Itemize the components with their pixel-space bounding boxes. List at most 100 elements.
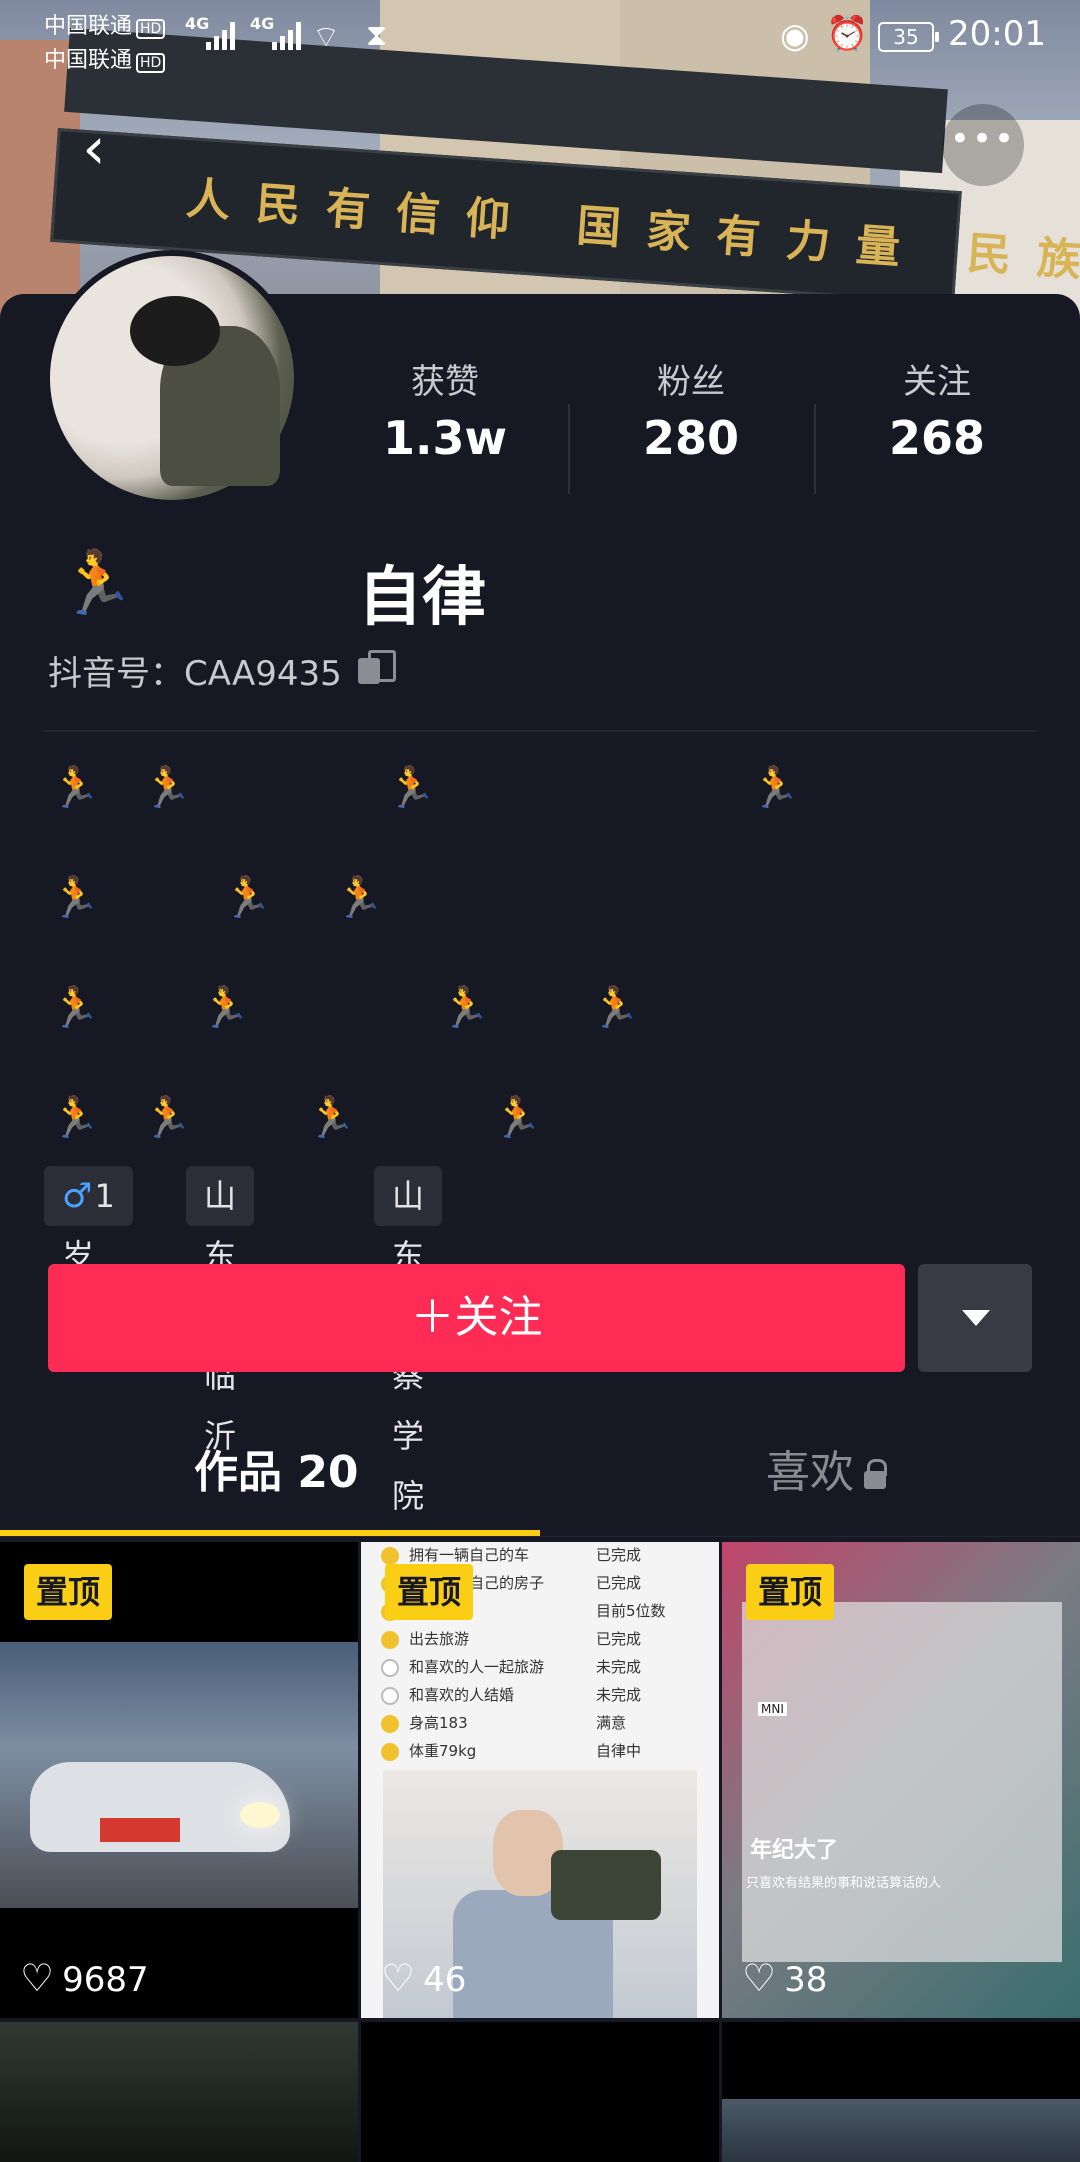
stat-followers[interactable]: 粉丝 280 <box>568 354 814 465</box>
video-thumbnail[interactable] <box>722 2022 1080 2162</box>
stat-value: 268 <box>888 411 986 465</box>
pinned-badge: 置顶 <box>24 1564 113 1620</box>
carrier-label: 中国联通 HD <box>44 42 166 74</box>
unchecked-icon <box>381 1686 399 1705</box>
runner-emoji: 🏃 <box>50 985 100 1031</box>
stat-likes[interactable]: 获赞 1.3w <box>322 354 568 465</box>
checklist-item: 体重79kg 自律中 <box>381 1740 701 1761</box>
heart-icon: ♡ <box>20 1956 55 2000</box>
checklist-text: 和喜欢的人一起旅游 <box>409 1658 545 1676</box>
signal-icon <box>206 20 240 50</box>
eye-comfort-icon: ◉ <box>780 16 810 56</box>
runner-emoji: 🏃 <box>50 875 100 921</box>
status-bar: 中国联通 HD 中国联通 HD 4G 4G ⌔ ⧗ ◉ ⏰ 35 20:01 <box>0 0 1080 73</box>
hourglass-icon: ⧗ <box>366 18 388 53</box>
stat-label: 获赞 <box>411 362 479 402</box>
tab-likes[interactable]: 喜欢 <box>766 1436 887 1500</box>
video-thumbnail[interactable] <box>361 2022 719 2162</box>
status-time: 20:01 <box>948 14 1046 54</box>
stat-label: 关注 <box>903 362 971 402</box>
signal-icon <box>272 20 306 50</box>
check-icon <box>381 1630 399 1649</box>
runner-emoji: 🏃 <box>334 875 384 921</box>
profile-stats: 获赞 1.3w 粉丝 280 关注 268 <box>322 354 1062 494</box>
more-options-button[interactable]: ••• <box>942 104 1024 186</box>
checklist-status: 已完成 <box>596 1546 642 1564</box>
car-headlight <box>240 1802 280 1828</box>
likes-count-value: 38 <box>784 1960 828 2000</box>
runner-emoji: 🏃 <box>142 1095 192 1141</box>
chevron-left-icon: ‹ <box>82 114 106 182</box>
carrier-name: 中国联通 <box>44 48 133 73</box>
runner-emoji: 🏃 <box>590 985 640 1031</box>
tag-location: 山东·临沂 <box>186 1166 255 1455</box>
checklist-text: 身高183 <box>409 1714 468 1732</box>
divider <box>0 1536 1080 1537</box>
fist-mural <box>742 1602 1062 1962</box>
checklist-item: 身高183 满意 <box>381 1712 701 1733</box>
video-thumbnail[interactable]: 拥有一辆自己的车已完成 拥有一套自己的房子已完成 存款目前5位数 出去旅游已完成… <box>361 1542 719 2018</box>
recommend-dropdown-button[interactable] <box>918 1264 1032 1372</box>
avatar[interactable] <box>44 250 300 506</box>
checklist-status: 目前5位数 <box>596 1602 666 1620</box>
hd-badge: HD <box>136 19 166 39</box>
runner-emoji: 🏃 <box>440 985 490 1031</box>
checklist-status: 未完成 <box>596 1658 642 1676</box>
alarm-icon: ⏰ <box>826 14 869 54</box>
male-icon: ♂ <box>62 1176 93 1216</box>
checklist-item: 和喜欢的人一起旅游 未完成 <box>381 1656 701 1677</box>
stat-following[interactable]: 关注 268 <box>814 354 1060 465</box>
video-caption: 年纪大了 <box>750 1838 839 1863</box>
copy-icon[interactable] <box>356 650 396 686</box>
network-type: 4G <box>250 14 275 33</box>
avatar-figure <box>130 296 220 366</box>
wifi-icon: ⌔ <box>312 20 341 55</box>
checklist-item: 拥有一辆自己的车 已完成 <box>381 1544 701 1565</box>
tab-works[interactable]: 作品 20 <box>194 1436 359 1500</box>
mni-badge: MNI <box>758 1702 787 1716</box>
runner-emoji: 🏃 <box>142 765 192 811</box>
checklist-item: 和喜欢的人结婚 未完成 <box>381 1684 701 1705</box>
tag-school[interactable]: 山东警察学院 <box>374 1166 443 1515</box>
runner-emoji: 🏃 <box>386 765 436 811</box>
checklist-status: 已完成 <box>596 1574 642 1592</box>
video-thumbnail[interactable]: 置顶 ♡ 9687 <box>0 1542 358 2018</box>
video-thumbnail[interactable] <box>0 2022 358 2162</box>
checklist-status: 未完成 <box>596 1686 642 1704</box>
thumbnail-image <box>0 1642 358 1908</box>
profile-name: 自律 <box>358 561 486 635</box>
check-icon <box>381 1742 399 1761</box>
checklist-status: 满意 <box>596 1714 627 1732</box>
runner-emoji: 🏃 <box>50 765 100 811</box>
battery-icon: 35 <box>878 22 939 52</box>
video-thumbnail[interactable]: MNI 年纪大了 只喜欢有结果的事和说话算话的人 置顶 ♡ 38 <box>722 1542 1080 2018</box>
runner-emoji: 🏃 <box>58 546 136 619</box>
runner-emoji: 🏃 <box>306 1095 356 1141</box>
video-likes: ♡ 46 <box>381 1956 466 2000</box>
hd-badge: HD <box>136 53 166 73</box>
checklist-text: 拥有一辆自己的车 <box>409 1546 530 1564</box>
carrier-label: 中国联通 HD <box>44 8 166 40</box>
video-grid: 置顶 ♡9687 拥有一辆自己的车已完成 拥有一套自己的房子已完成 存款目前5位… <box>0 1542 1080 2162</box>
checklist-text: 出去旅游 <box>409 1630 470 1648</box>
lock-icon <box>864 1459 887 1489</box>
stat-value: 280 <box>642 411 740 465</box>
likes-count-value: 9687 <box>62 1960 149 2000</box>
pinned-badge: 置顶 <box>746 1564 835 1620</box>
check-icon <box>381 1714 399 1733</box>
video-subcaption: 只喜欢有结果的事和说话算话的人 <box>746 1876 942 1891</box>
stat-label: 粉丝 <box>657 362 725 402</box>
tab-label: 喜欢 <box>766 1447 854 1498</box>
pinned-badge: 置顶 <box>385 1564 474 1620</box>
video-likes: ♡ 38 <box>742 1956 827 2000</box>
runner-emoji: 🏃 <box>750 765 800 811</box>
tag-gender-age: ♂1岁 <box>44 1166 133 1275</box>
car-plate <box>100 1818 180 1842</box>
phone-shape <box>551 1850 661 1920</box>
follow-button[interactable]: ＋关注 <box>48 1264 905 1372</box>
carrier-name: 中国联通 <box>44 14 133 39</box>
likes-count-value: 46 <box>423 1960 467 2000</box>
back-button[interactable]: ‹ <box>64 118 124 178</box>
profile-card: 获赞 1.3w 粉丝 280 关注 268 🏃 自律 抖音号：CAA9435 🏃… <box>0 250 1080 2162</box>
runner-emoji: 🏃 <box>200 985 250 1031</box>
